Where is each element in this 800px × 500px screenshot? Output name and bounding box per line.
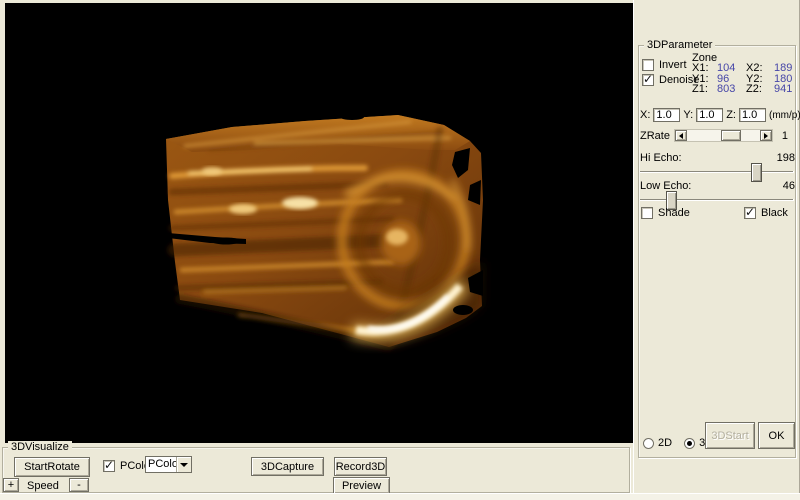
mode-2d-label: 2D (658, 437, 672, 449)
pcolor-dropdown-value: PColor (146, 457, 176, 472)
scale-row: X: Y: Z: (mm/p) (640, 108, 796, 122)
y-label: Y: (683, 109, 693, 121)
x-label: X: (640, 109, 650, 121)
left-arrow-icon (676, 133, 683, 139)
checkbox-mark (744, 207, 756, 219)
scroll-left-button[interactable] (675, 130, 687, 141)
radio-mark (684, 438, 695, 449)
black-label: Black (761, 207, 788, 219)
z-scale-input[interactable] (739, 108, 766, 122)
zone-label: Z2: (746, 84, 774, 95)
z-label: Z: (726, 109, 736, 121)
denoise-checkbox[interactable]: Denoise (642, 73, 699, 86)
slider-track[interactable] (640, 199, 794, 201)
3dvisualize-group: 3DVisualize StartRotate + Speed - PColor… (2, 447, 630, 493)
3dparameter-group: 3DParameter Invert Denoise Zone X1: 104 … (638, 45, 796, 458)
scroll-right-button[interactable] (760, 130, 772, 141)
speed-label: Speed (27, 480, 59, 492)
pcolor-dropdown[interactable]: PColor (145, 456, 192, 473)
3dcapture-button[interactable]: 3DCapture (251, 457, 324, 476)
start-rotate-button[interactable]: StartRotate (14, 457, 90, 477)
app-window: 3DParameter Invert Denoise Zone X1: 104 … (0, 0, 800, 500)
mode-radio-group: 2D 3D (643, 437, 713, 449)
chevron-down-icon (180, 463, 188, 471)
shade-checkbox[interactable]: Shade (641, 206, 690, 219)
zrate-value: 1 (782, 130, 788, 142)
group-title: 3DParameter (644, 39, 715, 51)
bottom-strip (0, 493, 800, 500)
zone-values: X1: 104 X2: 189 Y1: 96 Y2: 180 Z1: 803 Z… (692, 63, 800, 95)
zrate-row: ZRate 1 (640, 129, 796, 143)
invert-checkbox[interactable]: Invert (642, 58, 687, 71)
speed-minus-button[interactable]: - (69, 478, 89, 492)
preview-button[interactable]: Preview (333, 477, 390, 494)
zone-value: 941 (774, 84, 800, 95)
parameter-panel: 3DParameter Invert Denoise Zone X1: 104 … (633, 0, 800, 493)
zone-value: 189 (774, 63, 800, 74)
zrate-scrollbar[interactable] (674, 129, 773, 142)
3d-viewport[interactable] (5, 3, 633, 443)
black-checkbox[interactable]: Black (744, 206, 788, 219)
volume-render (5, 3, 633, 443)
group-title: 3DVisualize (8, 441, 72, 453)
y-scale-input[interactable] (696, 108, 723, 122)
3dstart-button[interactable]: 3DStart (705, 422, 755, 449)
zone-label: X1: (692, 63, 717, 74)
dropdown-button[interactable] (176, 457, 191, 472)
checkbox-mark (103, 460, 115, 472)
zone-value: 104 (717, 63, 746, 74)
invert-label: Invert (659, 59, 687, 71)
mode-2d-radio[interactable]: 2D (643, 437, 672, 449)
zone-label: Z1: (692, 84, 717, 95)
record3d-button[interactable]: Record3D (334, 457, 387, 476)
shade-label: Shade (658, 207, 690, 219)
ok-button[interactable]: OK (758, 422, 795, 449)
checkbox-mark (642, 59, 654, 71)
speed-plus-button[interactable]: + (3, 478, 19, 492)
scale-unit: (mm/p) (769, 110, 800, 121)
zrate-label: ZRate (640, 130, 670, 142)
zone-label: X2: (746, 63, 774, 74)
scrollbar-thumb[interactable] (721, 130, 741, 141)
checkbox-mark (642, 74, 654, 86)
radio-mark (643, 438, 654, 449)
slider-track[interactable] (640, 171, 794, 173)
x-scale-input[interactable] (653, 108, 680, 122)
right-arrow-icon (764, 133, 771, 139)
zone-value: 803 (717, 84, 746, 95)
checkbox-mark (641, 207, 653, 219)
